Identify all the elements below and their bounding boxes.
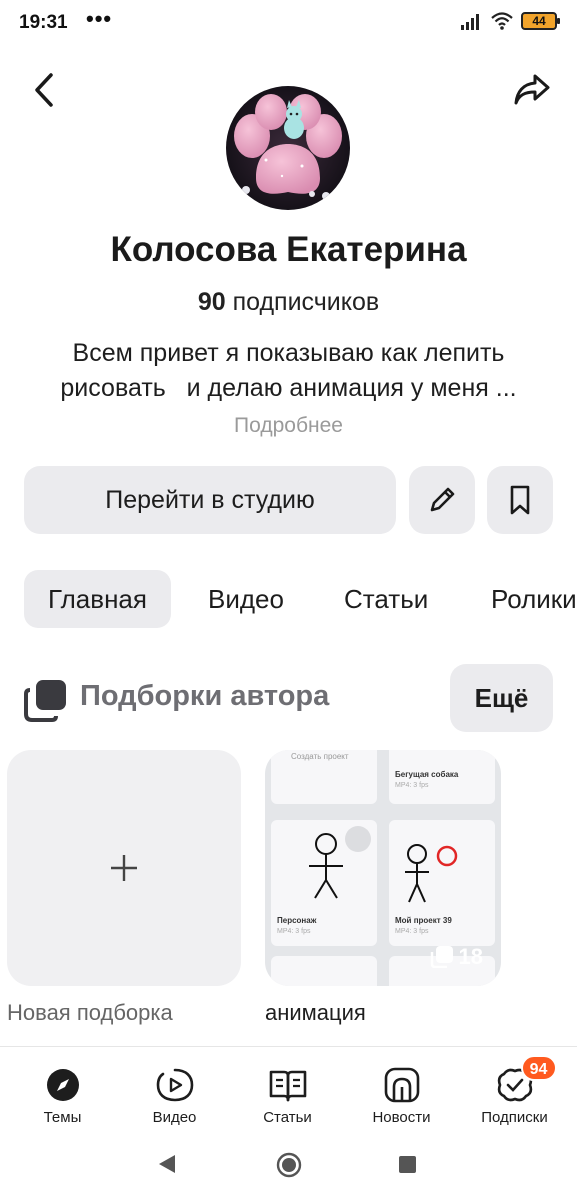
battery-icon: 44 [521,12,560,30]
notification-badge: 94 [520,1055,557,1081]
go-to-studio-button[interactable]: Перейти в студию [24,466,396,534]
section-title: Подборки автора [80,680,330,712]
system-nav-bar [0,1132,577,1200]
preview-tile: Мой проект 39 MP4: 3 fps [389,820,495,946]
collection-label: анимация [265,1000,366,1025]
preview-meta: MP4: 3 fps [277,928,311,935]
collection-count-value: 18 [458,944,483,969]
tab-shorts[interactable]: Ролики [491,570,577,628]
nav-item-articles[interactable]: Статьи [230,1047,345,1133]
wifi-icon [491,12,513,30]
preview-tile: Бегущая собака MP4: 3 fps [389,750,495,804]
stick-figure-image [405,844,458,903]
signal-icon [461,14,479,30]
profile-name: Колосова Екатерина [110,230,467,269]
back-button[interactable] [24,68,64,112]
bookmark-icon [510,485,530,515]
system-recents-icon[interactable] [399,1156,416,1173]
tab-articles[interactable]: Статьи [344,570,428,628]
preview-meta: MP4: 3 fps [395,782,429,789]
avatar-image [226,86,350,210]
subscribers-count: 90 подписчиков [0,288,577,317]
pencil-icon [430,487,455,512]
share-button[interactable] [510,68,554,112]
system-home-icon[interactable] [276,1152,302,1178]
bookmark-button[interactable] [487,466,553,534]
magic-icon [345,826,371,852]
preview-text: Бегущая собака [395,770,459,779]
new-collection-label: Новая подборка [7,1000,173,1025]
more-button[interactable]: Ещё [450,664,553,732]
status-time: 19:31 [19,12,68,33]
tab-video[interactable]: Видео [208,570,284,628]
collection-card[interactable]: Создать проект Бегущая собака MP4: 3 fps… [265,750,501,986]
collections-icon [24,680,66,722]
plus-icon [111,855,137,881]
bio-line: Всем привет я показываю как лепить [72,339,505,367]
book-icon [268,1065,308,1105]
nav-item-news[interactable]: Новости [344,1047,459,1133]
new-collection-card[interactable] [7,750,241,986]
edit-button[interactable] [409,466,475,534]
profile-bio: Всем привет я показываю как лепить рисов… [20,336,557,406]
nav-item-video[interactable]: Видео [117,1047,232,1133]
subscribers-label: подписчиков [232,288,380,316]
preview-text: Создать проект [291,752,349,761]
nav-label: Новости [372,1109,431,1126]
status-icons: 44 [461,12,560,30]
subscriptions-icon: 94 [495,1055,557,1105]
tab-main[interactable]: Главная [24,570,171,628]
nav-label: Статьи [263,1109,312,1126]
nav-label: Подписки [481,1109,548,1126]
preview-meta: MP4: 3 fps [395,928,429,935]
nav-label: Темы [43,1109,82,1126]
chevron-left-icon [35,73,53,107]
bio-line: рисовать и делаю анимация у меня ... [60,374,517,402]
preview-tile [271,956,377,986]
system-back-icon[interactable] [158,1154,176,1174]
stack-icon [430,946,453,968]
status-bar: 19:31 ••• 44 [0,0,577,46]
news-icon [382,1065,422,1105]
profile-tabs: Главная Видео Статьи Ролики [24,570,577,628]
nav-item-subscriptions[interactable]: 94 Подписки [457,1047,572,1133]
preview-text: Персонаж [277,916,317,925]
bottom-nav: Темы Видео Статьи Новости 94 Подписки [0,1046,577,1132]
more-link[interactable]: Подробнее [0,414,577,438]
status-notification-dots: ••• [86,6,113,31]
play-icon [155,1065,195,1105]
collection-count: 18 [429,944,483,970]
avatar[interactable] [226,86,350,210]
stick-figure-image [309,833,343,899]
preview-tile: Персонаж MP4: 3 fps [271,820,377,946]
compass-icon [43,1065,83,1105]
share-icon [514,74,550,105]
battery-level: 44 [532,14,546,28]
nav-label: Видео [152,1109,197,1126]
preview-text: Мой проект 39 [395,916,452,925]
preview-tile: Создать проект [271,750,377,804]
nav-item-topics[interactable]: Темы [5,1047,120,1133]
subscribers-number: 90 [197,288,226,316]
